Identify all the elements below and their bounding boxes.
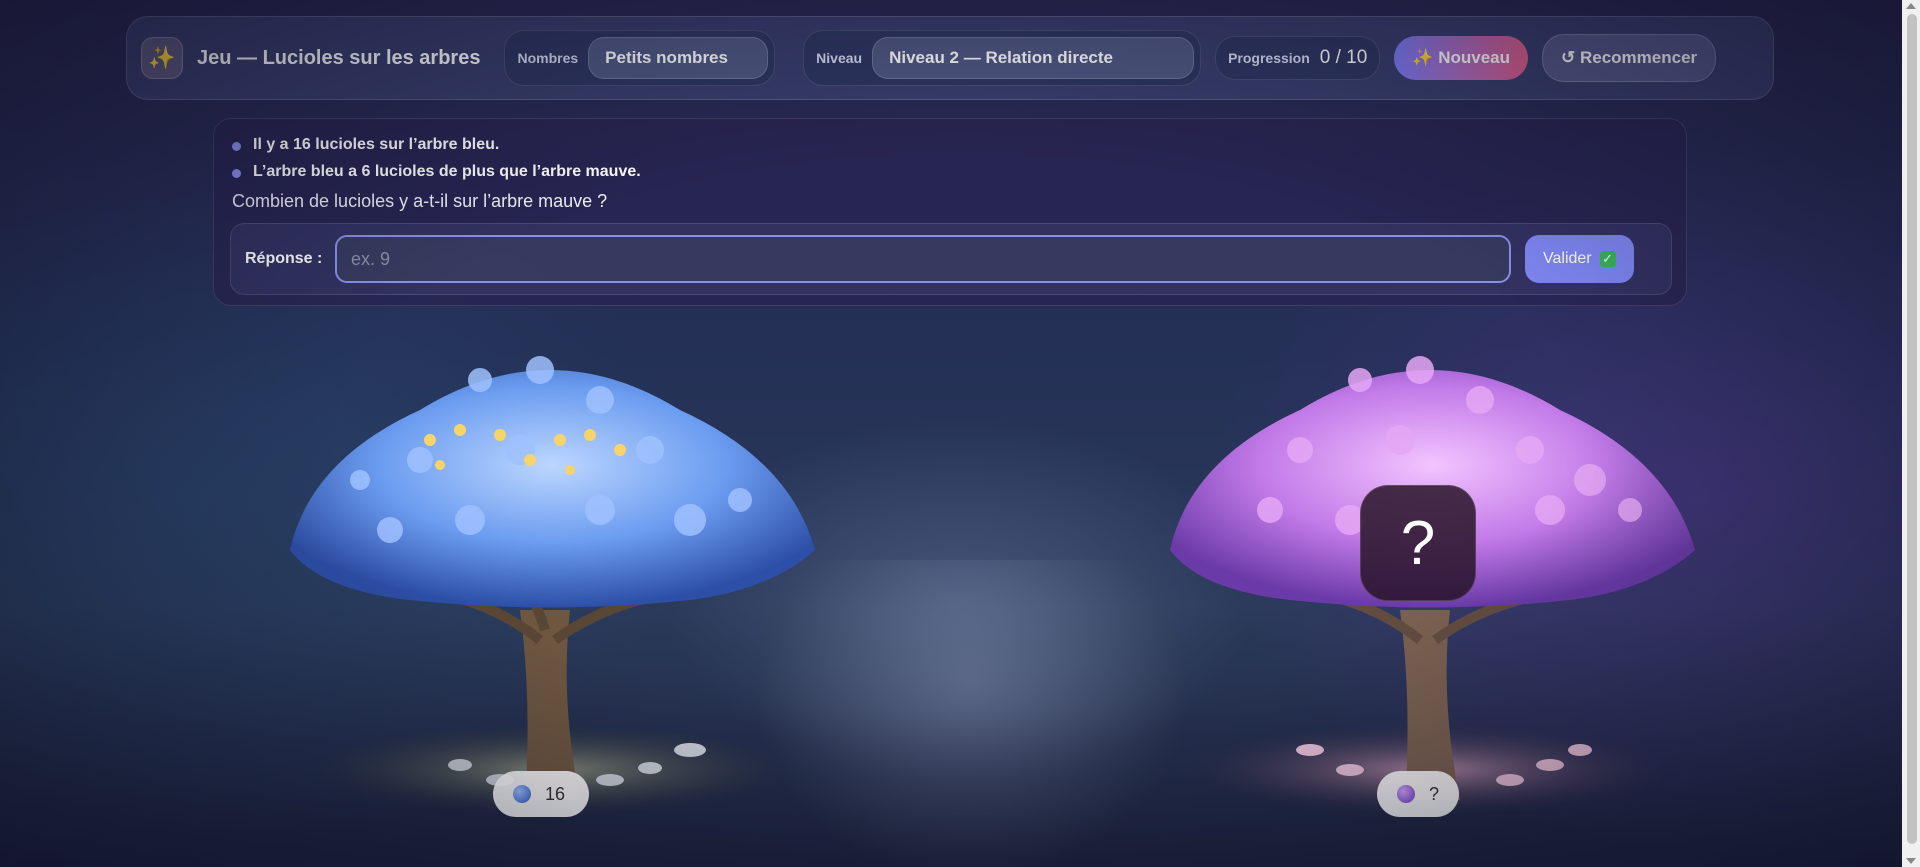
blue-tree bbox=[290, 356, 815, 815]
fact-text: Il y a 16 lucioles sur l’arbre bleu. bbox=[253, 135, 500, 153]
progress-label: Progression bbox=[1228, 50, 1310, 66]
bullet-icon bbox=[232, 169, 241, 178]
fact-text: L’arbre bleu a 6 lucioles de plus que l’… bbox=[253, 162, 641, 180]
level-group: Niveau Niveau 2 — Relation directe bbox=[803, 30, 1202, 86]
scroll-down-icon[interactable] bbox=[1906, 858, 1916, 864]
mauve-count-value: ? bbox=[1428, 783, 1439, 804]
numbers-group: Nombres Petits nombres bbox=[504, 30, 776, 86]
vertical-scrollbar[interactable] bbox=[1902, 0, 1920, 867]
top-bar: ✨ Jeu — Lucioles sur les arbres Nombres … bbox=[126, 16, 1774, 100]
restart-button[interactable]: ↺ Recommencer bbox=[1542, 34, 1717, 82]
numbers-select[interactable]: Petits nombres bbox=[588, 37, 769, 79]
check-icon: ✓ bbox=[1599, 251, 1616, 267]
blue-dot-icon bbox=[513, 785, 531, 803]
bullet-icon bbox=[232, 142, 241, 151]
validate-button[interactable]: Valider ✓ bbox=[1525, 235, 1634, 283]
mauve-tree-count: ? bbox=[1377, 771, 1459, 817]
scrollbar-thumb[interactable] bbox=[1907, 14, 1917, 844]
mauve-dot-icon bbox=[1397, 785, 1415, 803]
blue-tree-count: 16 bbox=[493, 771, 589, 817]
numbers-label: Nombres bbox=[517, 50, 579, 66]
question-panel: Il y a 16 lucioles sur l’arbre bleu. L’a… bbox=[213, 118, 1687, 306]
answer-row: Réponse : Valider ✓ bbox=[230, 223, 1672, 295]
level-label: Niveau bbox=[816, 50, 863, 66]
progress-value: 0 / 10 bbox=[1319, 47, 1368, 68]
answer-input[interactable] bbox=[335, 235, 1511, 283]
question-text: Combien de lucioles y a-t-il sur l’arbre… bbox=[232, 191, 608, 211]
fact-item: Il y a 16 lucioles sur l’arbre bleu. bbox=[232, 131, 1668, 158]
answer-label: Réponse : bbox=[245, 250, 323, 267]
validate-label: Valider bbox=[1543, 250, 1592, 267]
progress-group: Progression 0 / 10 bbox=[1215, 36, 1381, 80]
scroll-up-icon[interactable] bbox=[1906, 3, 1916, 9]
mystery-count-card: ? bbox=[1360, 485, 1476, 601]
blue-count-value: 16 bbox=[545, 783, 566, 804]
level-select[interactable]: Niveau 2 — Relation directe bbox=[872, 37, 1195, 79]
app-title: Jeu — Lucioles sur les arbres bbox=[197, 46, 481, 69]
new-game-button[interactable]: ✨ Nouveau bbox=[1394, 36, 1529, 80]
sparkles-icon: ✨ bbox=[141, 37, 183, 79]
fact-item: L’arbre bleu a 6 lucioles de plus que l’… bbox=[232, 158, 1668, 185]
